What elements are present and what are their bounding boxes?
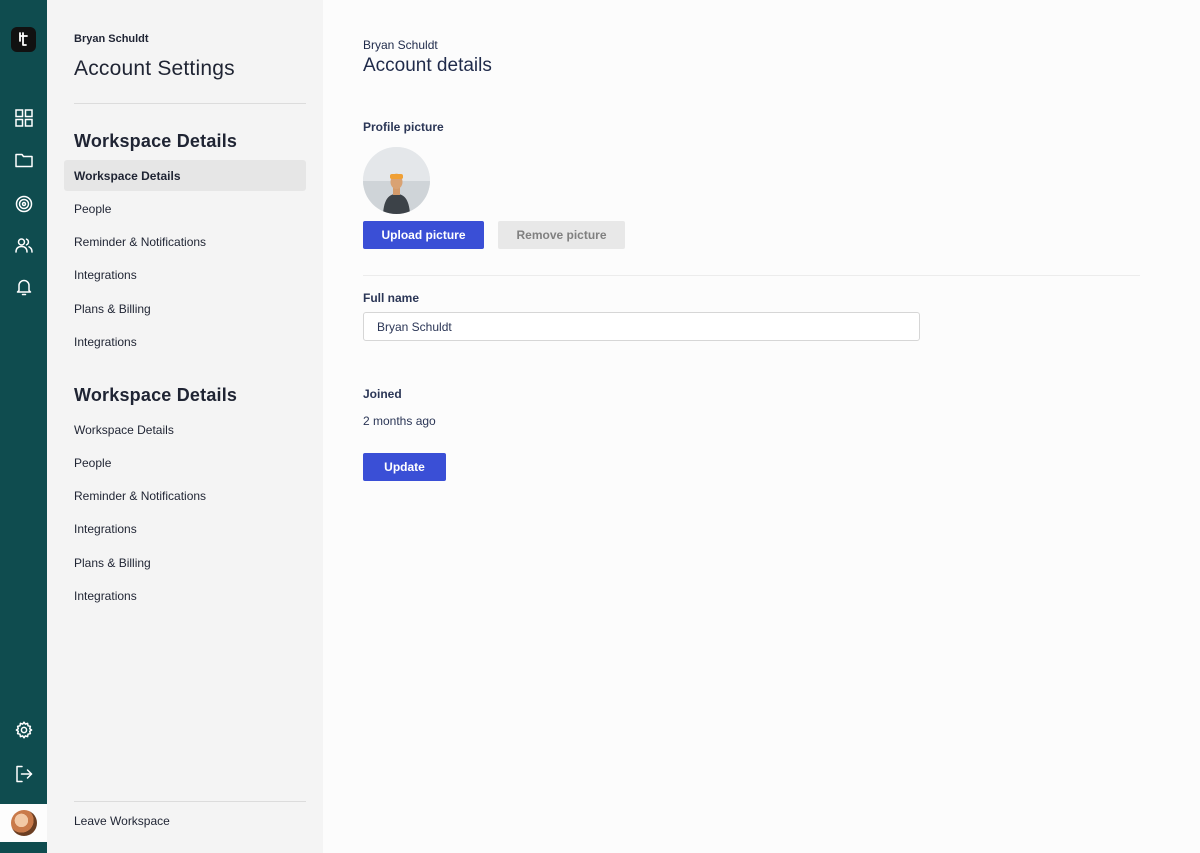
- target-icon[interactable]: [12, 192, 36, 216]
- upload-picture-button[interactable]: Upload picture: [363, 221, 484, 249]
- sidebar-item-people[interactable]: People: [64, 193, 306, 224]
- gear-icon[interactable]: [12, 718, 36, 742]
- profile-picture: [363, 147, 430, 214]
- main-user-name: Bryan Schuldt: [363, 38, 438, 52]
- sidebar-item-plans-billing[interactable]: Plans & Billing: [64, 547, 306, 578]
- remove-picture-button[interactable]: Remove picture: [498, 221, 625, 249]
- sidebar-item-integrations[interactable]: Integrations: [64, 326, 306, 357]
- users-icon[interactable]: [12, 233, 36, 257]
- account-details-panel: Bryan Schuldt Account details Profile pi…: [323, 0, 1200, 853]
- full-name-input[interactable]: [363, 312, 920, 341]
- logo-icon[interactable]: [11, 27, 36, 52]
- logout-icon[interactable]: [12, 762, 36, 786]
- page-title: Account details: [363, 55, 492, 76]
- avatar: [10, 810, 37, 836]
- sidebar-section-heading: Workspace Details: [74, 131, 238, 151]
- bell-icon[interactable]: [12, 275, 36, 299]
- grid-icon[interactable]: [12, 106, 36, 130]
- sidebar-divider: [74, 801, 306, 802]
- sidebar-item-plans-billing[interactable]: Plans & Billing: [64, 293, 306, 324]
- sidebar-item-people[interactable]: People: [64, 447, 306, 478]
- user-avatar-button[interactable]: [0, 804, 47, 842]
- sidebar-item-workspace-details[interactable]: Workspace Details: [64, 414, 306, 445]
- sidebar-item-integrations[interactable]: Integrations: [64, 259, 306, 290]
- full-name-label: Full name: [363, 291, 420, 305]
- sidebar-item-integrations[interactable]: Integrations: [64, 513, 306, 544]
- sidebar-item-reminder-notifications[interactable]: Reminder & Notifications: [64, 480, 306, 511]
- settings-sidebar: Bryan Schuldt Account Settings Workspace…: [47, 0, 323, 853]
- sidebar-user-name: Bryan Schuldt: [74, 33, 149, 45]
- section-divider: [363, 275, 1140, 276]
- icon-rail: [0, 0, 47, 853]
- leave-workspace-link[interactable]: Leave Workspace: [74, 814, 170, 828]
- joined-value: 2 months ago: [363, 414, 436, 428]
- joined-label: Joined: [363, 387, 402, 401]
- sidebar-section-heading: Workspace Details: [74, 385, 238, 405]
- sidebar-title: Account Settings: [74, 57, 235, 80]
- profile-picture-label: Profile picture: [363, 120, 444, 134]
- folder-icon[interactable]: [12, 148, 36, 172]
- sidebar-divider: [74, 103, 306, 104]
- update-button[interactable]: Update: [363, 453, 446, 481]
- sidebar-item-workspace-details[interactable]: Workspace Details: [64, 160, 306, 191]
- sidebar-item-integrations[interactable]: Integrations: [64, 580, 306, 611]
- sidebar-item-reminder-notifications[interactable]: Reminder & Notifications: [64, 226, 306, 257]
